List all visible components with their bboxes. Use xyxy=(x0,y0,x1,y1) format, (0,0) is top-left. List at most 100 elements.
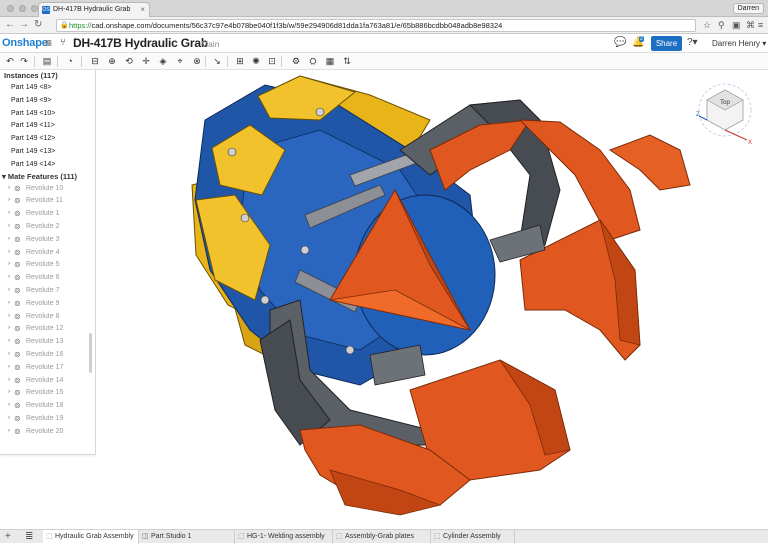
expand-chevron-icon[interactable]: › xyxy=(8,194,10,207)
hydraulic-grab-model[interactable] xyxy=(96,70,768,529)
expand-chevron-icon[interactable]: › xyxy=(8,246,10,259)
mate-feature-item[interactable]: › ⊚ Revolute 15 xyxy=(0,386,95,399)
mate-feature-item[interactable]: › ⊚ Revolute 6 xyxy=(0,271,95,284)
expand-chevron-icon[interactable]: › xyxy=(8,182,10,195)
mate-feature-item[interactable]: › ⊚ Revolute 20 xyxy=(0,425,95,438)
element-tab[interactable]: ⬚ Cylinder Assembly xyxy=(431,530,515,544)
instance-item[interactable]: Part 149 <14> xyxy=(0,158,95,171)
expand-chevron-icon[interactable]: › xyxy=(8,386,10,399)
expand-chevron-icon[interactable]: › xyxy=(8,207,10,220)
mate-feature-item[interactable]: › ⊚ Revolute 12 xyxy=(0,322,95,335)
expand-chevron-icon[interactable]: › xyxy=(8,335,10,348)
pin-slot-mate-icon[interactable]: ⊗ xyxy=(191,55,203,67)
mate-feature-item[interactable]: › ⊚ Revolute 17 xyxy=(0,361,95,374)
mate-feature-item[interactable]: › ⊚ Revolute 9 xyxy=(0,297,95,310)
instance-item[interactable]: Part 149 <13> xyxy=(0,145,95,158)
instances-header[interactable]: Instances (117) xyxy=(0,70,95,81)
element-tab[interactable]: ◫ Part Studio 1 xyxy=(139,530,235,544)
document-title[interactable]: DH-417B Hydraulic Grab xyxy=(73,36,208,50)
reload-icon[interactable]: ↻ xyxy=(34,19,42,31)
mate-feature-item[interactable]: › ⊚ Revolute 7 xyxy=(0,284,95,297)
url-field[interactable]: 🔒 https://cad.onshape.com/documents/56c37… xyxy=(56,19,696,32)
share-button[interactable]: Share xyxy=(651,36,682,51)
graphics-viewport[interactable] xyxy=(96,70,768,529)
instance-item[interactable]: Part 149 <10> xyxy=(0,107,95,120)
browser-menu-icon[interactable]: ≡ xyxy=(758,19,763,31)
element-tab[interactable]: ⬚ Hydraulic Grab Assembly xyxy=(43,530,139,544)
view-cube[interactable]: Top Z X xyxy=(695,80,755,145)
redo-icon[interactable]: ↷ xyxy=(18,55,30,67)
bookmark-star-icon[interactable]: ☆ xyxy=(703,19,711,31)
mate-feature-item[interactable]: › ⊚ Revolute 13 xyxy=(0,335,95,348)
screw-relation-icon[interactable]: ▦ xyxy=(324,55,336,67)
mate-connector-icon[interactable]: ⊞ xyxy=(234,55,246,67)
expand-chevron-icon[interactable]: › xyxy=(8,374,10,387)
replicate-icon[interactable]: ⊡ xyxy=(266,55,278,67)
user-menu[interactable]: Darren Henry ▾ xyxy=(712,39,766,48)
browser-tab[interactable]: OS DH-417B Hydraulic Grab × xyxy=(38,2,150,17)
window-controls[interactable] xyxy=(7,5,38,12)
planar-mate-icon[interactable]: ◈ xyxy=(157,55,169,67)
onshape-logo[interactable]: Onshape xyxy=(2,37,48,49)
instance-item[interactable]: Part 149 <8> xyxy=(0,81,95,94)
expand-chevron-icon[interactable]: › xyxy=(8,297,10,310)
slider-mate-icon[interactable]: ✛ xyxy=(140,55,152,67)
expand-chevron-icon[interactable]: › xyxy=(8,310,10,323)
instance-item[interactable]: Part 149 <9> xyxy=(0,94,95,107)
mate-feature-item[interactable]: › ⊚ Revolute 3 xyxy=(0,233,95,246)
mate-feature-item[interactable]: › ⊚ Revolute 18 xyxy=(0,399,95,412)
ball-mate-icon[interactable]: ↘ xyxy=(211,55,223,67)
back-icon[interactable]: ← xyxy=(5,19,15,31)
mate-feature-item[interactable]: › ⊚ Revolute 1 xyxy=(0,207,95,220)
help-icon[interactable]: ?▾ xyxy=(687,37,698,48)
browser-profile[interactable]: Darren xyxy=(732,3,764,14)
element-tab[interactable]: ⬚ Assembly-Grab plates xyxy=(333,530,431,544)
extension-2-icon[interactable]: ⌘ xyxy=(746,19,755,31)
mate-feature-item[interactable]: › ⊚ Revolute 14 xyxy=(0,374,95,387)
gear-relation-icon[interactable]: ⚙ xyxy=(290,55,302,67)
forward-icon[interactable]: → xyxy=(19,19,29,31)
linear-relation-icon[interactable]: ⇅ xyxy=(341,55,353,67)
fasten-mate-icon[interactable]: ⊕ xyxy=(106,55,118,67)
comments-icon[interactable]: 💬 xyxy=(614,37,626,48)
mate-feature-item[interactable]: › ⊚ Revolute 4 xyxy=(0,246,95,259)
expand-chevron-icon[interactable]: › xyxy=(8,361,10,374)
instance-item[interactable]: Part 149 <12> xyxy=(0,132,95,145)
expand-chevron-icon[interactable]: › xyxy=(8,322,10,335)
group-icon[interactable]: ✺ xyxy=(250,55,262,67)
history-icon[interactable]: ◔ xyxy=(64,55,76,67)
instance-item[interactable]: Part 149 <11> xyxy=(0,119,95,132)
expand-chevron-icon[interactable]: › xyxy=(8,284,10,297)
mate-feature-item[interactable]: › ⊚ Revolute 11 xyxy=(0,194,95,207)
insert-icon[interactable]: ⊟ xyxy=(89,55,101,67)
extension-icon[interactable]: ⚲ xyxy=(718,19,725,31)
rack-pinion-icon[interactable]: ⛭ xyxy=(307,55,319,67)
expand-chevron-icon[interactable]: › xyxy=(8,425,10,438)
expand-chevron-icon[interactable]: › xyxy=(8,399,10,412)
mate-features-header[interactable]: ▾ Mate Features (111) xyxy=(0,171,95,182)
clipboard-icon[interactable]: ▤ xyxy=(41,55,53,67)
mate-feature-item[interactable]: › ⊚ Revolute 10 xyxy=(0,182,95,195)
mate-feature-item[interactable]: › ⊚ Revolute 2 xyxy=(0,220,95,233)
hamburger-menu-icon[interactable]: ≡ xyxy=(45,36,52,50)
expand-chevron-icon[interactable]: › xyxy=(8,412,10,425)
revolute-mate-icon[interactable]: ⟲ xyxy=(123,55,135,67)
expand-chevron-icon[interactable]: › xyxy=(8,258,10,271)
mate-feature-item[interactable]: › ⊚ Revolute 5 xyxy=(0,258,95,271)
element-tab[interactable]: ⬚ HG-1- Welding assembly xyxy=(235,530,333,544)
panel-scrollbar[interactable] xyxy=(89,333,92,373)
cast-icon[interactable]: ▣ xyxy=(732,19,741,31)
expand-chevron-icon[interactable]: › xyxy=(8,348,10,361)
version-graph-icon[interactable]: ⑂ xyxy=(60,37,66,48)
element-list-icon[interactable]: ≣ xyxy=(25,530,33,543)
expand-chevron-icon[interactable]: › xyxy=(8,233,10,246)
mate-feature-item[interactable]: › ⊚ Revolute 19 xyxy=(0,412,95,425)
expand-chevron-icon[interactable]: › xyxy=(8,220,10,233)
mate-feature-item[interactable]: › ⊚ Revolute 16 xyxy=(0,348,95,361)
expand-chevron-icon[interactable]: › xyxy=(8,271,10,284)
cylindrical-mate-icon[interactable]: ⌖ xyxy=(174,55,186,67)
mate-feature-item[interactable]: › ⊚ Revolute 8 xyxy=(0,310,95,323)
undo-icon[interactable]: ↶ xyxy=(4,55,16,67)
close-tab-icon[interactable]: × xyxy=(140,3,145,17)
add-element-icon[interactable]: + xyxy=(5,530,11,543)
